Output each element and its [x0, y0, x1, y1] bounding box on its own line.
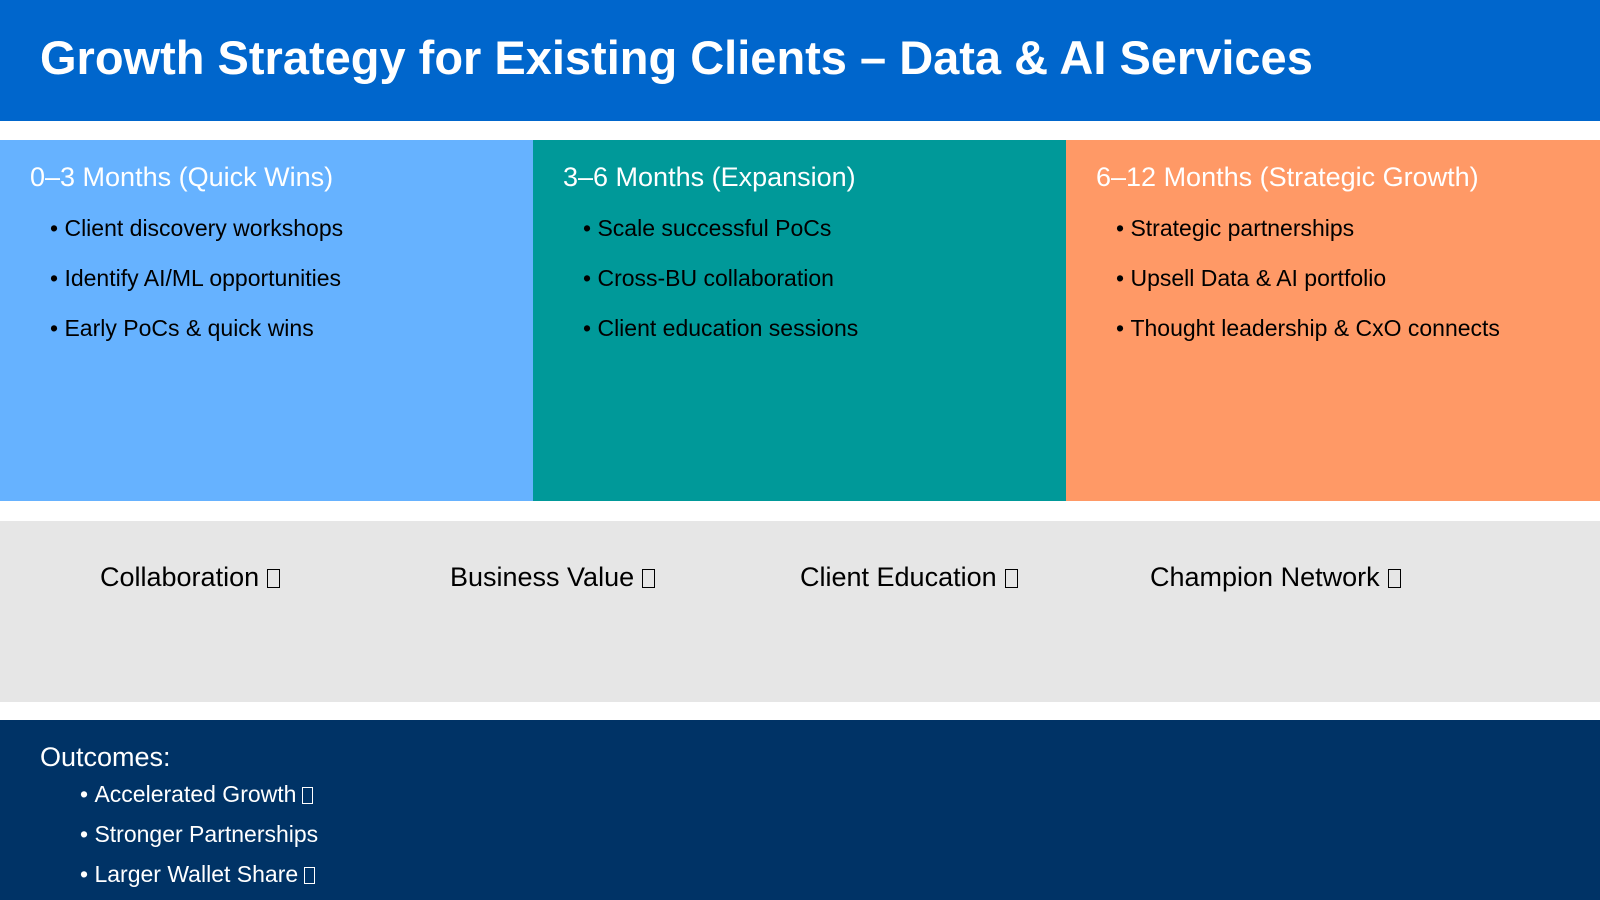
pillars-band: Collaboration Business Value Client Educ…: [0, 521, 1600, 702]
phase-item: Identify AI/ML opportunities: [50, 264, 533, 292]
outcome-label: Larger Wallet Share: [94, 861, 299, 887]
outcomes-list: Accelerated Growth Stronger Partnerships…: [80, 780, 318, 900]
phase-list: Strategic partnerships Upsell Data & AI …: [1096, 214, 1600, 342]
slide: Growth Strategy for Existing Clients – D…: [0, 0, 1600, 900]
phase-list: Client discovery workshops Identify AI/M…: [30, 214, 533, 342]
pillar-label: Business Value: [450, 562, 635, 592]
phases-row: 0–3 Months (Quick Wins) Client discovery…: [0, 140, 1600, 501]
phase-item: Thought leadership & CxO connects: [1116, 314, 1600, 342]
outcomes-heading: Outcomes:: [40, 742, 171, 772]
outcome-label: Stronger Partnerships: [94, 821, 319, 847]
missing-glyph-box-icon: [304, 867, 316, 884]
pillar-label: Collaboration: [100, 562, 260, 592]
missing-glyph-box-icon: [642, 569, 656, 588]
phase-strategic-growth: 6–12 Months (Strategic Growth) Strategic…: [1066, 140, 1600, 501]
outcome-item: Accelerated Growth: [80, 780, 318, 808]
pillar-label: Champion Network: [1150, 562, 1380, 592]
missing-glyph-box-icon: [1004, 569, 1018, 588]
missing-glyph-box-icon: [1387, 569, 1401, 588]
pillar-collaboration: Collaboration: [100, 560, 281, 595]
missing-glyph-box-icon: [302, 787, 314, 804]
outcomes-band: Outcomes: Accelerated Growth Stronger Pa…: [0, 720, 1600, 900]
phase-item: Client education sessions: [583, 314, 1066, 342]
phase-item: Strategic partnerships: [1116, 214, 1600, 242]
slide-title: Growth Strategy for Existing Clients – D…: [40, 31, 1313, 84]
pillar-label: Client Education: [800, 562, 997, 592]
outcome-label: Accelerated Growth: [94, 781, 297, 807]
phase-item: Client discovery workshops: [50, 214, 533, 242]
phase-item: Upsell Data & AI portfolio: [1116, 264, 1600, 292]
phase-item: Cross-BU collaboration: [583, 264, 1066, 292]
missing-glyph-box-icon: [267, 569, 281, 588]
phase-list: Scale successful PoCs Cross-BU collabora…: [563, 214, 1066, 342]
phase-expansion: 3–6 Months (Expansion) Scale successful …: [533, 140, 1066, 501]
title-bar: Growth Strategy for Existing Clients – D…: [0, 0, 1600, 121]
pillar-client-education: Client Education: [800, 560, 1018, 595]
phase-item: Early PoCs & quick wins: [50, 314, 533, 342]
outcome-item: Stronger Partnerships: [80, 820, 318, 848]
outcome-item: Larger Wallet Share: [80, 860, 318, 888]
phase-heading: 0–3 Months (Quick Wins): [30, 162, 334, 192]
pillar-champion-network: Champion Network: [1150, 560, 1401, 595]
phase-heading: 3–6 Months (Expansion): [563, 162, 856, 192]
phase-heading: 6–12 Months (Strategic Growth): [1096, 162, 1479, 192]
phase-quick-wins: 0–3 Months (Quick Wins) Client discovery…: [0, 140, 533, 501]
phase-item: Scale successful PoCs: [583, 214, 1066, 242]
pillar-business-value: Business Value: [450, 560, 656, 595]
